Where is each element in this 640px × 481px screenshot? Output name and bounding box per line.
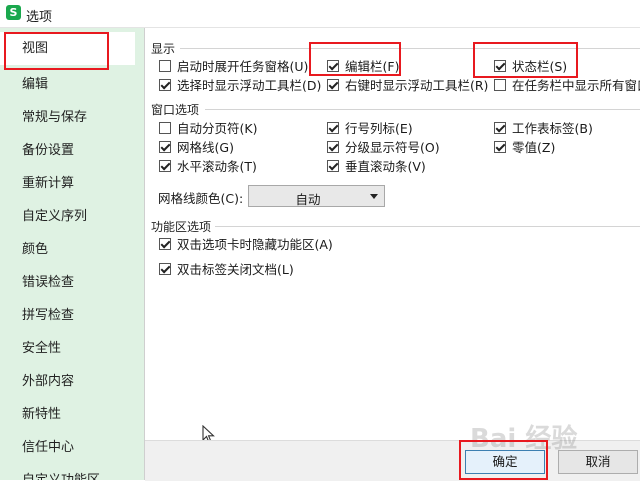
gridline-color-select[interactable]: 自动 — [248, 185, 385, 207]
checkbox[interactable] — [159, 238, 171, 250]
section-divider — [180, 48, 640, 49]
checkbox[interactable] — [327, 79, 339, 91]
ribbon-options-section-label: 功能区选项 — [151, 220, 212, 234]
checkbox[interactable] — [159, 122, 171, 134]
window-title: 选项 — [26, 10, 53, 25]
checkbox[interactable] — [159, 141, 171, 153]
checkbox[interactable] — [494, 60, 506, 72]
sidebar-item-color[interactable]: 颜色 — [0, 233, 135, 266]
sidebar-item-backup[interactable]: 备份设置 — [0, 134, 135, 167]
sidebar-item-custom-ribbon[interactable]: 自定义功能区 — [0, 464, 135, 480]
gridline-color-label: 网格线颜色(C): — [158, 191, 244, 206]
section-divider — [205, 109, 640, 110]
checkbox[interactable] — [327, 160, 339, 172]
checkbox[interactable] — [327, 60, 339, 72]
checkbox[interactable] — [494, 79, 506, 91]
checkbox[interactable] — [159, 263, 171, 275]
sidebar-item-recalc[interactable]: 重新计算 — [0, 167, 135, 200]
sidebar: 视图 编辑 常规与保存 备份设置 重新计算 自定义序列 颜色 错误检查 拼写检查… — [0, 28, 136, 480]
sidebar-scroll-strip — [135, 28, 145, 480]
sidebar-item-external[interactable]: 外部内容 — [0, 365, 135, 398]
checkbox[interactable] — [159, 79, 171, 91]
checkbox[interactable] — [159, 160, 171, 172]
display-section-label: 显示 — [151, 42, 176, 56]
sidebar-item-new-features[interactable]: 新特性 — [0, 398, 135, 431]
checkbox[interactable] — [494, 122, 506, 134]
checkbox[interactable] — [159, 60, 171, 72]
chevron-down-icon — [370, 194, 378, 199]
sidebar-item-general-save[interactable]: 常规与保存 — [0, 101, 135, 134]
sidebar-item-spell-check[interactable]: 拼写检查 — [0, 299, 135, 332]
sidebar-item-custom-lists[interactable]: 自定义序列 — [0, 200, 135, 233]
title-bar: S 选项 — [0, 0, 640, 28]
wps-app-icon: S — [6, 5, 21, 20]
checkbox[interactable] — [494, 141, 506, 153]
window-options-section-label: 窗口选项 — [151, 103, 200, 117]
sidebar-item-view[interactable]: 视图 — [0, 32, 135, 65]
sidebar-item-edit[interactable]: 编辑 — [0, 68, 135, 101]
gridline-color-value: 自动 — [295, 192, 321, 207]
checkbox[interactable] — [327, 141, 339, 153]
sidebar-item-security[interactable]: 安全性 — [0, 332, 135, 365]
sidebar-item-error-check[interactable]: 错误检查 — [0, 266, 135, 299]
section-divider — [215, 226, 640, 227]
sidebar-item-trust-center[interactable]: 信任中心 — [0, 431, 135, 464]
checkbox[interactable] — [327, 122, 339, 134]
baidu-watermark: Bai 经验 — [470, 424, 578, 454]
